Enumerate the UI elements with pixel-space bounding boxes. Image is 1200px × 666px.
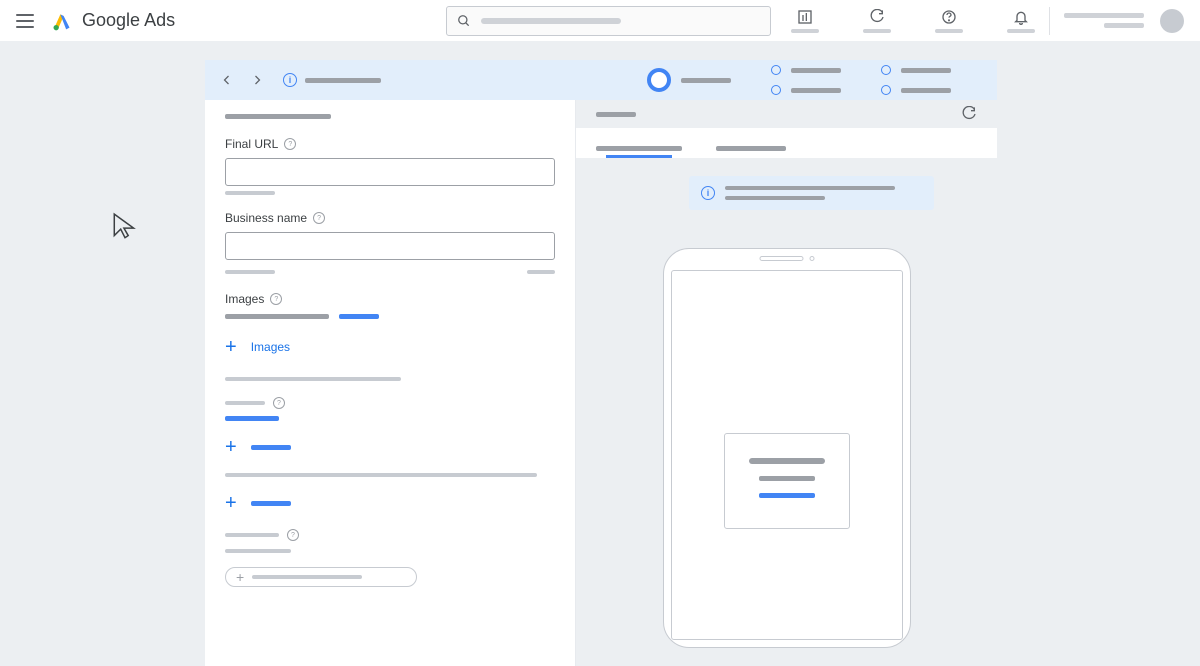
menu-icon[interactable]: [16, 14, 34, 28]
preview-tab-desktop[interactable]: [716, 146, 786, 158]
add-item-button[interactable]: +: [225, 437, 555, 457]
add-pill-button[interactable]: +: [225, 567, 417, 587]
help-button[interactable]: [935, 9, 963, 33]
forward-button[interactable]: [251, 73, 263, 87]
top-bar: Google Ads: [0, 0, 1200, 42]
images-link[interactable]: [339, 314, 379, 319]
preview-panel: i: [575, 100, 997, 666]
images-label: Images ?: [225, 292, 555, 306]
business-name-label: Business name ?: [225, 211, 555, 225]
step-item[interactable]: [881, 65, 951, 75]
info-icon: i: [701, 186, 715, 200]
step-item[interactable]: [771, 65, 841, 75]
phone-mockup: [663, 248, 911, 648]
preview-info-banner: i: [689, 176, 934, 210]
sub-label: [225, 401, 265, 405]
final-url-input[interactable]: [225, 158, 555, 186]
sub-label: [225, 533, 279, 537]
step-current[interactable]: [647, 68, 731, 92]
plus-icon: +: [236, 569, 244, 585]
images-hint: [225, 314, 329, 319]
plus-icon: +: [225, 337, 237, 357]
preview-tabs: [576, 128, 997, 158]
divider: [1049, 7, 1050, 35]
refresh-button[interactable]: [863, 9, 891, 33]
step-item[interactable]: [771, 85, 841, 95]
helper-text: [225, 270, 275, 274]
cursor-icon: [112, 212, 138, 242]
preview-title: [596, 112, 636, 117]
avatar[interactable]: [1160, 9, 1184, 33]
sub-link[interactable]: [225, 416, 279, 421]
char-counter: [527, 270, 555, 274]
back-button[interactable]: [221, 73, 233, 87]
search-input[interactable]: [446, 6, 771, 36]
stepper-bar: i: [205, 60, 997, 100]
help-icon: [941, 9, 957, 25]
help-icon[interactable]: ?: [287, 529, 299, 541]
top-actions: [791, 9, 1035, 33]
reports-button[interactable]: [791, 9, 819, 33]
help-icon[interactable]: ?: [270, 293, 282, 305]
business-name-input[interactable]: [225, 232, 555, 260]
brand-name: Google Ads: [82, 10, 175, 31]
google-ads-logo-icon: [52, 11, 72, 31]
help-icon[interactable]: ?: [313, 212, 325, 224]
preview-tab-mobile[interactable]: [596, 146, 682, 158]
stepper-title: [305, 78, 381, 83]
ad-preview-card: [724, 433, 850, 529]
plus-icon: +: [225, 437, 237, 457]
helper-text: [225, 191, 275, 195]
bell-icon: [1013, 9, 1029, 25]
account-selector[interactable]: [1064, 13, 1144, 28]
add-item-button[interactable]: +: [225, 493, 555, 513]
sub-hint: [225, 549, 291, 553]
help-icon[interactable]: ?: [273, 397, 285, 409]
plus-icon: +: [225, 493, 237, 513]
editor-canvas: i Final URL ?: [205, 60, 997, 666]
help-icon[interactable]: ?: [284, 138, 296, 150]
refresh-icon: [869, 9, 885, 25]
section-heading: [225, 114, 331, 119]
notifications-button[interactable]: [1007, 9, 1035, 33]
info-icon[interactable]: i: [283, 73, 297, 87]
section-divider-text: [225, 377, 401, 381]
add-images-button[interactable]: + Images: [225, 337, 555, 357]
step-item[interactable]: [881, 85, 951, 95]
bar-chart-icon: [797, 9, 813, 25]
preview-refresh-button[interactable]: [961, 106, 977, 122]
search-icon: [457, 14, 471, 28]
section-divider-text: [225, 473, 537, 477]
final-url-label: Final URL ?: [225, 137, 555, 151]
form-panel: Final URL ? Business name ? Images ?: [205, 100, 575, 666]
